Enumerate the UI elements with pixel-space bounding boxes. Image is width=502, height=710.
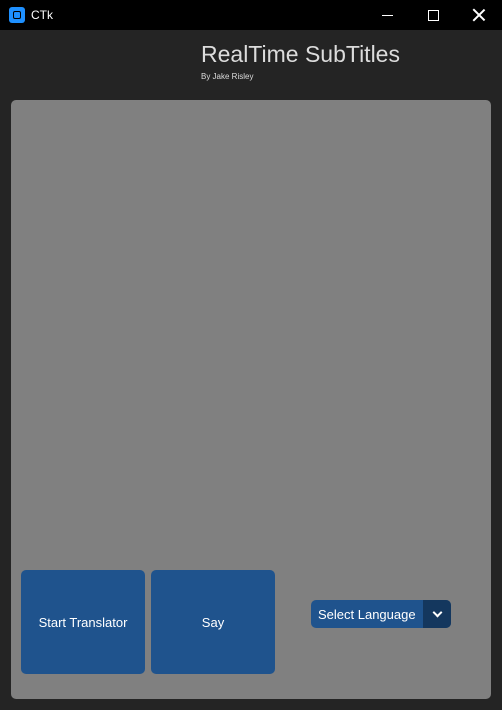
minimize-icon	[381, 14, 393, 16]
window-title: CTk	[31, 8, 53, 22]
main-panel: Start Translator Say Select Language	[11, 100, 491, 699]
language-select-value: Select Language	[318, 607, 416, 622]
language-select[interactable]: Select Language	[311, 600, 451, 628]
app-icon	[9, 7, 25, 23]
close-button[interactable]	[456, 0, 502, 30]
page-title: RealTime SubTitles	[201, 41, 400, 67]
author-byline: By Jake Risley	[201, 72, 254, 81]
start-translator-button[interactable]: Start Translator	[21, 570, 145, 674]
maximize-button[interactable]	[410, 0, 456, 30]
chevron-down-icon	[432, 607, 442, 618]
language-dropdown-button[interactable]	[423, 600, 451, 628]
maximize-icon	[427, 9, 439, 21]
minimize-button[interactable]	[364, 0, 410, 30]
title-bar: CTk	[0, 0, 502, 30]
say-button[interactable]: Say	[151, 570, 275, 674]
close-icon	[472, 8, 486, 22]
